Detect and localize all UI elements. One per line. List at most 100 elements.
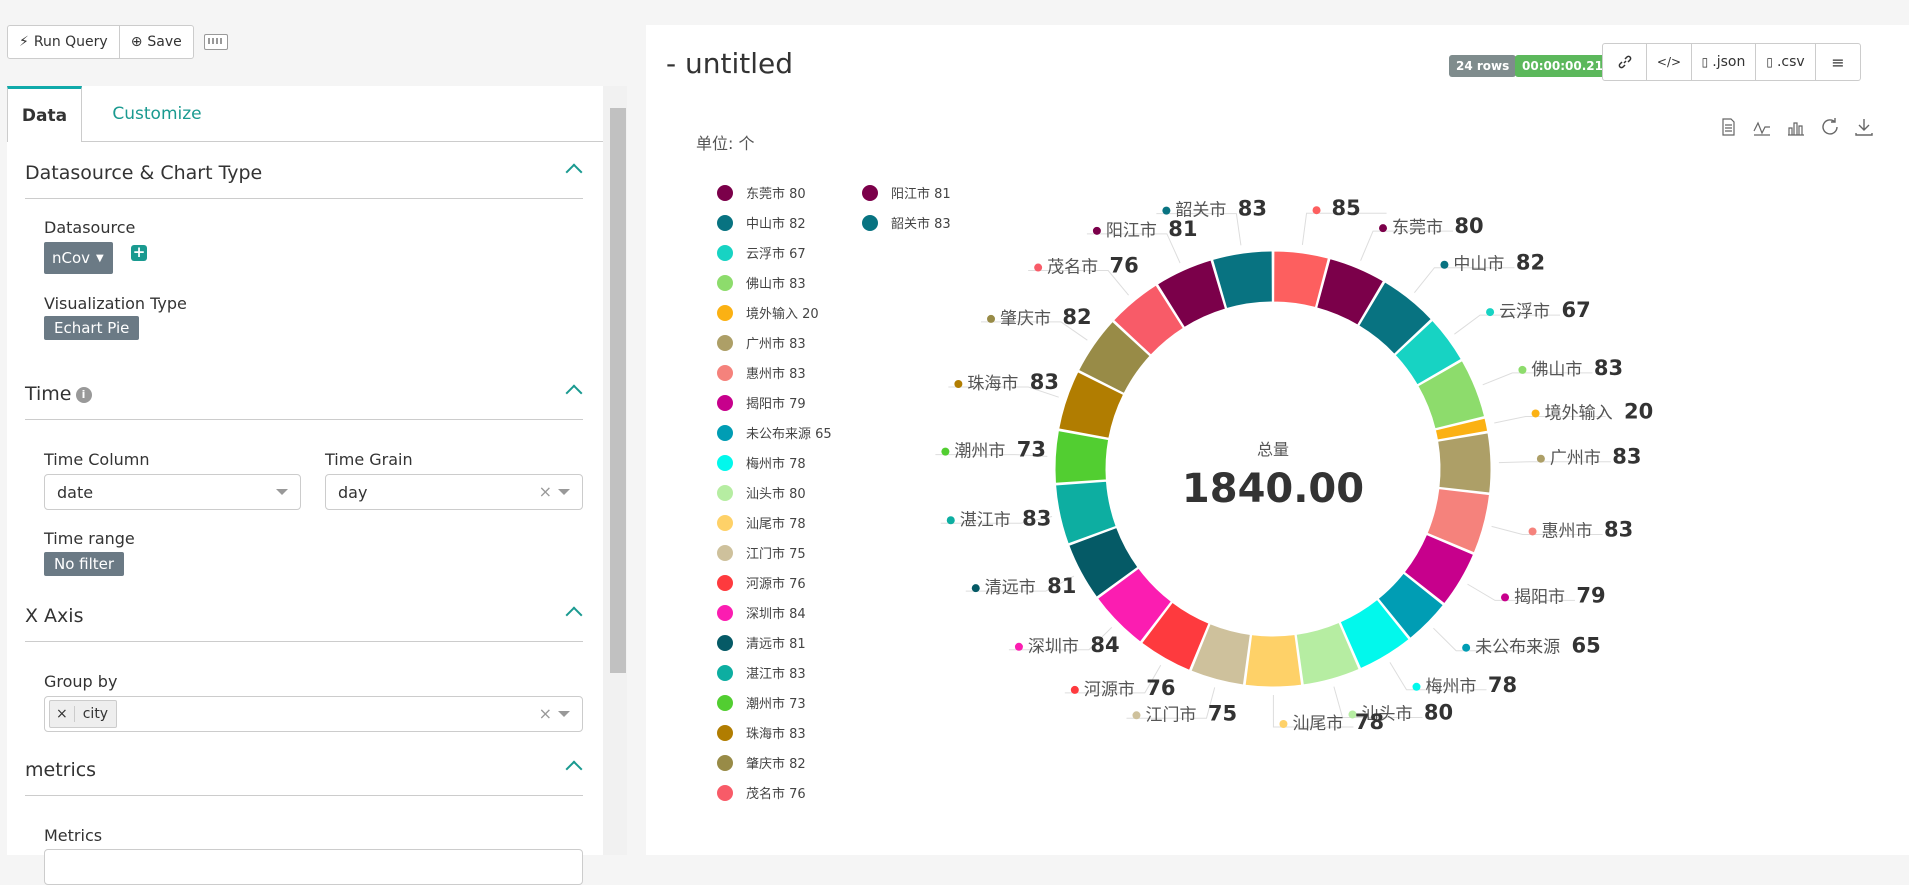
legend-label[interactable]: 中山市 82 xyxy=(746,216,806,232)
save-button[interactable]: ⊕ Save xyxy=(119,25,194,59)
legend-label[interactable]: 江门市 75 xyxy=(746,546,806,562)
legend-swatch[interactable] xyxy=(717,305,733,321)
info-icon[interactable]: i xyxy=(75,387,92,403)
legend-label[interactable]: 汕头市 80 xyxy=(746,486,806,502)
legend-label[interactable]: 东莞市 80 xyxy=(746,186,806,202)
slice-label-text: 云浮市 67 xyxy=(1499,298,1591,322)
legend-label[interactable]: 广州市 83 xyxy=(746,336,806,352)
legend-swatch[interactable] xyxy=(717,335,733,351)
legend-swatch[interactable] xyxy=(717,425,733,441)
slice-label-text: 揭阳市 79 xyxy=(1514,583,1606,607)
legend-label[interactable]: 揭阳市 79 xyxy=(746,396,806,412)
viz-type-button[interactable]: Echart Pie xyxy=(44,316,140,340)
legend-label[interactable]: 阳江市 81 xyxy=(891,186,951,202)
query-toolbar: ⚡ Run Query ⊕ Save xyxy=(7,25,228,59)
label-dot xyxy=(1536,454,1545,463)
metrics-select[interactable] xyxy=(44,849,583,885)
time-grain-select[interactable]: day × xyxy=(325,474,583,510)
legend-label[interactable]: 河源市 76 xyxy=(746,576,806,592)
chevron-up-icon[interactable] xyxy=(565,760,583,778)
legend-label[interactable]: 未公布来源 65 xyxy=(746,427,832,442)
label-dot xyxy=(1440,260,1449,269)
legend-swatch[interactable] xyxy=(717,185,733,201)
clear-icon[interactable]: × xyxy=(539,482,552,501)
label-dot xyxy=(1312,206,1321,215)
slice-label: 汕尾市 78 xyxy=(1279,710,1384,734)
legend-swatch[interactable] xyxy=(717,515,733,531)
datasource-select[interactable]: nCov ▼ xyxy=(44,242,113,274)
slice-label: 潮州市 73 xyxy=(941,438,1046,462)
chevron-up-icon[interactable] xyxy=(565,163,583,181)
section-x-axis[interactable]: X Axis xyxy=(25,599,583,642)
tab-customize[interactable]: Customize xyxy=(97,86,217,141)
section-metrics[interactable]: metrics xyxy=(25,753,583,796)
legend-swatch[interactable] xyxy=(862,185,878,201)
clear-icon[interactable]: × xyxy=(539,704,552,723)
legend-label[interactable]: 肇庆市 82 xyxy=(746,756,806,772)
label-dot xyxy=(1518,365,1527,374)
section-title: Time i xyxy=(25,383,92,405)
legend-swatch[interactable] xyxy=(717,215,733,231)
slice-label-text: 江门市 75 xyxy=(1145,701,1237,725)
slice-label-text: 韶关市 83 xyxy=(1175,197,1267,221)
pie-slice[interactable] xyxy=(1054,430,1110,484)
group-by-select[interactable]: × city × xyxy=(44,696,583,732)
section-datasource[interactable]: Datasource & Chart Type xyxy=(25,156,583,199)
metrics-label: Metrics xyxy=(44,826,103,845)
tab-data[interactable]: Data xyxy=(7,86,82,142)
section-time[interactable]: Time i xyxy=(25,377,583,420)
slice-label-text: 深圳市 84 xyxy=(1028,633,1120,657)
pie-slice[interactable] xyxy=(1244,633,1303,688)
legend-label[interactable]: 清远市 81 xyxy=(746,636,806,652)
time-grain-label: Time Grain xyxy=(325,450,413,469)
legend-swatch[interactable] xyxy=(862,215,878,231)
legend-label[interactable]: 云浮市 67 xyxy=(746,246,806,262)
slice-label-text: 茂名市 76 xyxy=(1047,254,1139,278)
time-column-select[interactable]: date xyxy=(44,474,301,510)
legend-label[interactable]: 惠州市 83 xyxy=(746,366,806,382)
legend-swatch[interactable] xyxy=(717,695,733,711)
legend-swatch[interactable] xyxy=(717,455,733,471)
label-dot xyxy=(941,447,950,456)
chevron-up-icon[interactable] xyxy=(565,384,583,402)
run-query-button[interactable]: ⚡ Run Query xyxy=(7,25,120,59)
slice-label: 佛山市 83 xyxy=(1518,356,1623,380)
legend-label[interactable]: 珠海市 83 xyxy=(746,726,806,742)
legend-label[interactable]: 境外输入 20 xyxy=(746,306,819,322)
scrollbar-thumb[interactable] xyxy=(610,108,626,673)
keyboard-icon[interactable] xyxy=(203,34,228,50)
label-dot xyxy=(1531,409,1540,418)
legend-label[interactable]: 佛山市 83 xyxy=(746,276,806,292)
legend-label[interactable]: 湛江市 83 xyxy=(746,666,806,682)
legend-swatch[interactable] xyxy=(717,725,733,741)
legend-swatch[interactable] xyxy=(717,275,733,291)
legend-label[interactable]: 茂名市 76 xyxy=(746,786,806,802)
section-title: X Axis xyxy=(25,605,84,627)
legend-swatch[interactable] xyxy=(717,605,733,621)
legend-label[interactable]: 梅州市 78 xyxy=(746,456,806,472)
legend-label[interactable]: 潮州市 73 xyxy=(746,696,806,712)
slice-label-text: 东莞市 80 xyxy=(1392,214,1484,238)
legend-label[interactable]: 深圳市 84 xyxy=(746,606,806,622)
chevron-up-icon[interactable] xyxy=(565,606,583,624)
legend-swatch[interactable] xyxy=(717,485,733,501)
legend-swatch[interactable] xyxy=(717,755,733,771)
legend-swatch[interactable] xyxy=(717,665,733,681)
legend-swatch[interactable] xyxy=(717,635,733,651)
legend-swatch[interactable] xyxy=(717,575,733,591)
label-dot xyxy=(1501,593,1510,602)
caret-down-icon xyxy=(558,489,570,495)
time-range-button[interactable]: No filter xyxy=(44,552,125,576)
legend-swatch[interactable] xyxy=(717,395,733,411)
legend-label[interactable]: 韶关市 83 xyxy=(891,216,951,232)
remove-chip-icon[interactable]: × xyxy=(50,706,75,722)
legend-swatch[interactable] xyxy=(717,785,733,801)
legend-swatch[interactable] xyxy=(717,545,733,561)
legend-swatch[interactable] xyxy=(717,245,733,261)
add-datasource-icon[interactable]: + xyxy=(131,245,147,261)
slice-label-text: 湛江市 83 xyxy=(960,506,1052,530)
label-dot xyxy=(1279,719,1288,728)
pie-slice[interactable] xyxy=(1437,432,1492,494)
legend-label[interactable]: 汕尾市 78 xyxy=(746,516,806,532)
legend-swatch[interactable] xyxy=(717,365,733,381)
